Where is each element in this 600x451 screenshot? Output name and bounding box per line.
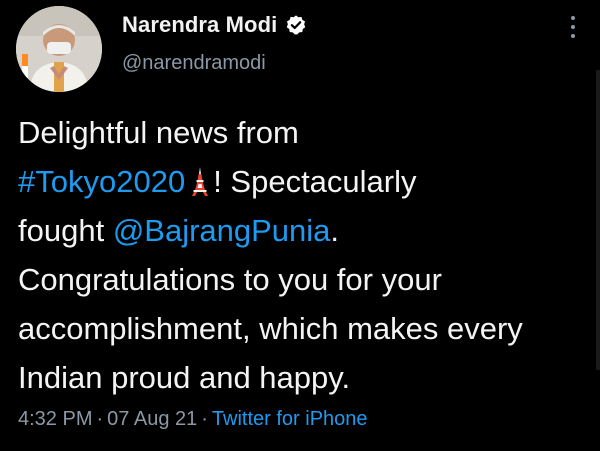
tweet-time[interactable]: 4:32 PM	[18, 408, 92, 430]
more-options-icon[interactable]	[566, 16, 580, 46]
dot-icon	[571, 34, 575, 38]
verified-badge-icon	[285, 14, 307, 36]
tweet-card: Narendra Modi @narendramodi Delightful n…	[0, 0, 600, 451]
tweet-text-rest: Congratulations to you for your accompli…	[18, 262, 523, 395]
tweet-source-link[interactable]: Twitter for iPhone	[212, 408, 368, 430]
mention-link[interactable]: @BajrangPunia	[113, 213, 331, 248]
author-name[interactable]: Narendra Modi	[122, 12, 277, 38]
tweet-meta: 4:32 PM · 07 Aug 21 · Twitter for iPhone	[18, 408, 368, 431]
tweet-date[interactable]: 07 Aug 21	[107, 408, 197, 430]
tweet-text-after-hashtag: ! Spectacularly	[213, 164, 417, 199]
tokyo-tower-icon	[189, 161, 211, 196]
tweet-text-line1: Delightful news from	[18, 115, 299, 150]
dot-icon	[571, 16, 575, 20]
meta-separator: ·	[201, 408, 208, 430]
author-avatar[interactable]	[16, 6, 102, 92]
scrollbar-track	[596, 70, 600, 370]
meta-separator: ·	[96, 408, 104, 430]
author-name-row: Narendra Modi	[122, 12, 307, 38]
tweet-text-after-mention: .	[330, 213, 340, 248]
author-handle[interactable]: @narendramodi	[122, 52, 266, 75]
profile-photo-icon	[16, 6, 102, 92]
hashtag-link[interactable]: #Tokyo2020	[18, 164, 185, 199]
tweet-text: Delightful news from #Tokyo2020 ! Spectacu…	[18, 108, 578, 402]
dot-icon	[571, 25, 575, 29]
tweet-text-fought: fought	[18, 213, 113, 248]
